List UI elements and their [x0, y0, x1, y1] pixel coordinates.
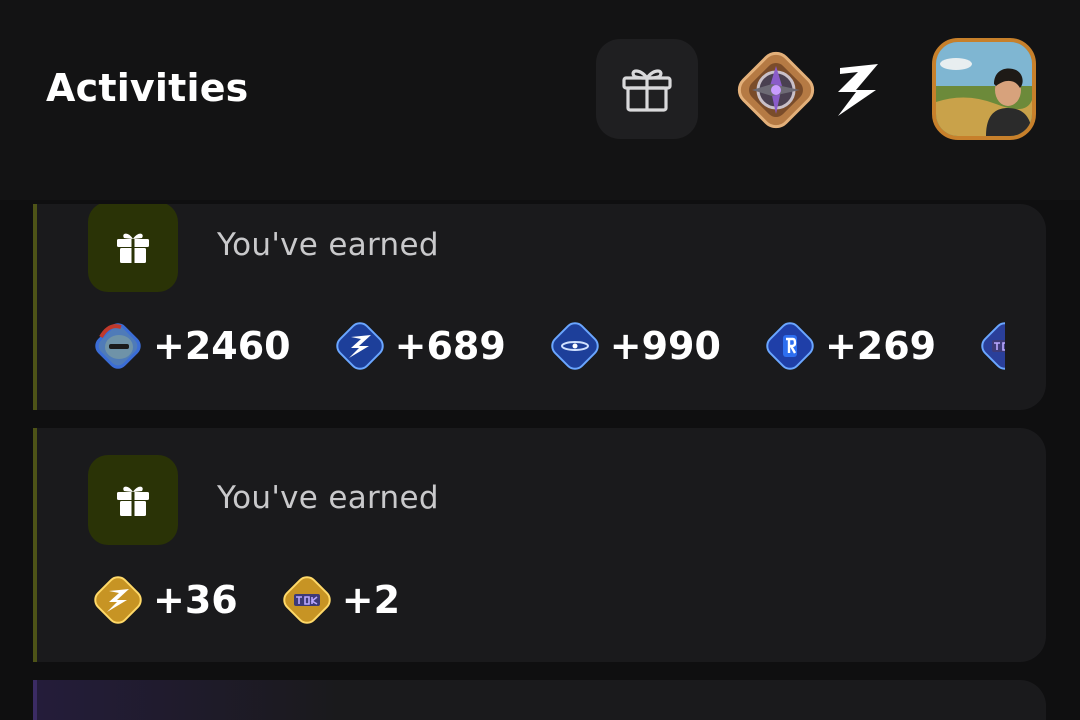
user-avatar[interactable]: [932, 38, 1036, 140]
r-token-icon: [766, 322, 814, 370]
activity-gift-tile: [88, 204, 178, 292]
ring-token-icon: [551, 322, 599, 370]
reward-item: +269: [759, 315, 936, 377]
reward-list: +36 +2: [87, 568, 687, 632]
reward-item: +: [974, 315, 1005, 377]
reward-item: +689: [329, 315, 506, 377]
reward-amount: +689: [394, 324, 506, 368]
reward-amount: +36: [153, 578, 238, 622]
reward-item: +2460: [87, 315, 291, 377]
gift-icon: [622, 69, 672, 112]
reward-amount: +269: [824, 324, 937, 368]
reward-list: +2460 +689 +990 +269: [87, 314, 1005, 378]
gift-icon: [117, 233, 149, 263]
gold-bolt-token-icon: [94, 576, 142, 624]
gift-icon: [117, 486, 149, 516]
top-bar: Activities: [0, 0, 1080, 200]
activity-gift-tile: [88, 455, 178, 545]
activity-card[interactable]: You've earned +36 +2: [33, 428, 1046, 662]
reward-item: +36: [87, 569, 238, 631]
reward-amount: +2460: [153, 324, 291, 368]
activity-label: You've earned: [217, 227, 439, 263]
gold-tok-token-icon: [283, 576, 331, 624]
reward-amount: +990: [609, 324, 721, 368]
reward-item: +2: [276, 569, 400, 631]
activity-card[interactable]: You've earned +2460 +689 +990 +269: [33, 204, 1046, 410]
bolt-token-icon: [335, 322, 384, 370]
bolt-logo-icon: [838, 64, 878, 116]
rank-badge-icon[interactable]: [728, 42, 824, 138]
pepe-token-icon: [95, 323, 141, 369]
reward-amount: +2: [341, 578, 401, 622]
activity-label: You've earned: [217, 480, 439, 516]
tok-token-icon: [981, 322, 1005, 370]
activity-card-partial[interactable]: [33, 680, 1046, 720]
gift-button[interactable]: [596, 39, 698, 139]
reward-item: +990: [544, 315, 721, 377]
page-title: Activities: [46, 66, 249, 110]
